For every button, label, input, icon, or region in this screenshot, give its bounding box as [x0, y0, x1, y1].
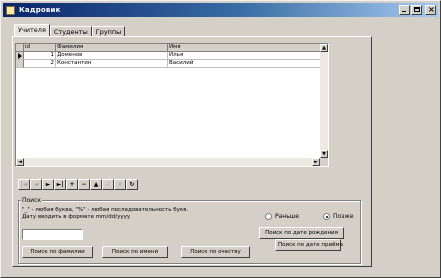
header-first-name[interactable]: Имя	[168, 44, 321, 52]
maximize-icon	[414, 7, 420, 12]
app-icon	[6, 5, 15, 15]
search-by-patronymic-button[interactable]: Поиск по очеству	[181, 246, 250, 258]
search-input[interactable]	[22, 229, 83, 240]
scrollbar-corner	[320, 158, 328, 166]
header-last-name[interactable]: Фамилия	[56, 44, 168, 52]
grid-header: id Фамилия Имя	[16, 44, 321, 52]
search-hint-date-format: Дату вводить в формате mm/dd/yyyy	[22, 214, 131, 220]
table-row[interactable]: 1 Доменов Илья	[16, 52, 321, 60]
current-row-icon	[18, 53, 22, 59]
cell-id[interactable]: 2	[24, 60, 56, 68]
radio-earlier[interactable]: Раньше	[265, 213, 299, 220]
main-window: Кадровик × Учителя Студенты Группы id Фа…	[0, 0, 441, 278]
header-indicator-cell	[16, 44, 24, 52]
nav-next-button[interactable]: ►	[42, 179, 54, 190]
radio-later[interactable]: Позже	[323, 213, 353, 220]
window-controls: ×	[399, 5, 436, 15]
cell-id[interactable]: 1	[24, 52, 56, 60]
search-hint-wildcards: "_" - любая буква, "%" - любая последова…	[22, 207, 189, 213]
nav-cancel-button[interactable]: ✕	[114, 179, 126, 190]
title-bar[interactable]: Кадровик ×	[3, 3, 438, 17]
maximize-button[interactable]	[411, 5, 422, 15]
search-group-title: Поиск	[21, 197, 43, 204]
teachers-grid[interactable]: id Фамилия Имя 1 Доменов Илья 2 Констант…	[15, 43, 329, 167]
search-by-hire-date-button[interactable]: Поиск по дате приёма	[275, 239, 343, 251]
vertical-scrollbar[interactable]: ▲ ▼	[320, 44, 328, 158]
close-button[interactable]: ×	[425, 5, 436, 15]
scroll-right-button[interactable]: ►	[312, 158, 320, 166]
table-row[interactable]: 2 Константин Василий	[16, 60, 321, 68]
nav-insert-button[interactable]: +	[66, 179, 78, 190]
scroll-up-button[interactable]: ▲	[320, 44, 328, 52]
header-id[interactable]: id	[24, 44, 56, 52]
radio-later-label: Позже	[333, 213, 354, 220]
cell-last-name[interactable]: Доменов	[56, 52, 168, 60]
nav-delete-button[interactable]: −	[78, 179, 90, 190]
nav-edit-button[interactable]: ▲	[90, 179, 102, 190]
db-navigator: |◄ ◄ ► ►| + − ▲ ✓ ✕ ↻	[18, 179, 138, 190]
nav-first-button[interactable]: |◄	[18, 179, 30, 190]
cell-first-name[interactable]: Василий	[168, 60, 321, 68]
cell-last-name[interactable]: Константин	[56, 60, 168, 68]
tab-teachers[interactable]: Учителя	[14, 24, 50, 36]
search-by-surname-button[interactable]: Поиск по фамилии	[22, 246, 93, 258]
horizontal-scrollbar[interactable]: ◄ ►	[16, 158, 320, 166]
radio-earlier-label: Раньше	[275, 213, 299, 220]
minimize-icon	[402, 11, 406, 12]
search-by-birth-date-button[interactable]: Поиск по дате рождения	[259, 227, 344, 239]
minimize-button[interactable]	[399, 5, 410, 15]
nav-refresh-button[interactable]: ↻	[126, 179, 138, 190]
radio-earlier-circle[interactable]	[265, 213, 272, 220]
search-by-name-button[interactable]: Поиск по имени	[102, 246, 168, 258]
window-title: Кадровик	[19, 6, 61, 14]
cell-first-name[interactable]: Илья	[168, 52, 321, 60]
row-indicator	[16, 60, 24, 68]
tab-groups[interactable]: Группы	[91, 26, 126, 36]
close-icon: ×	[428, 5, 435, 14]
scroll-down-button[interactable]: ▼	[320, 150, 328, 158]
scroll-left-button[interactable]: ◄	[16, 158, 24, 166]
nav-last-button[interactable]: ►|	[54, 179, 66, 190]
radio-later-circle[interactable]	[323, 213, 330, 220]
nav-prior-button[interactable]: ◄	[30, 179, 42, 190]
row-indicator	[16, 52, 24, 60]
tab-strip: Учителя Студенты Группы	[14, 24, 126, 36]
tab-students[interactable]: Студенты	[49, 26, 92, 36]
nav-post-button[interactable]: ✓	[102, 179, 114, 190]
